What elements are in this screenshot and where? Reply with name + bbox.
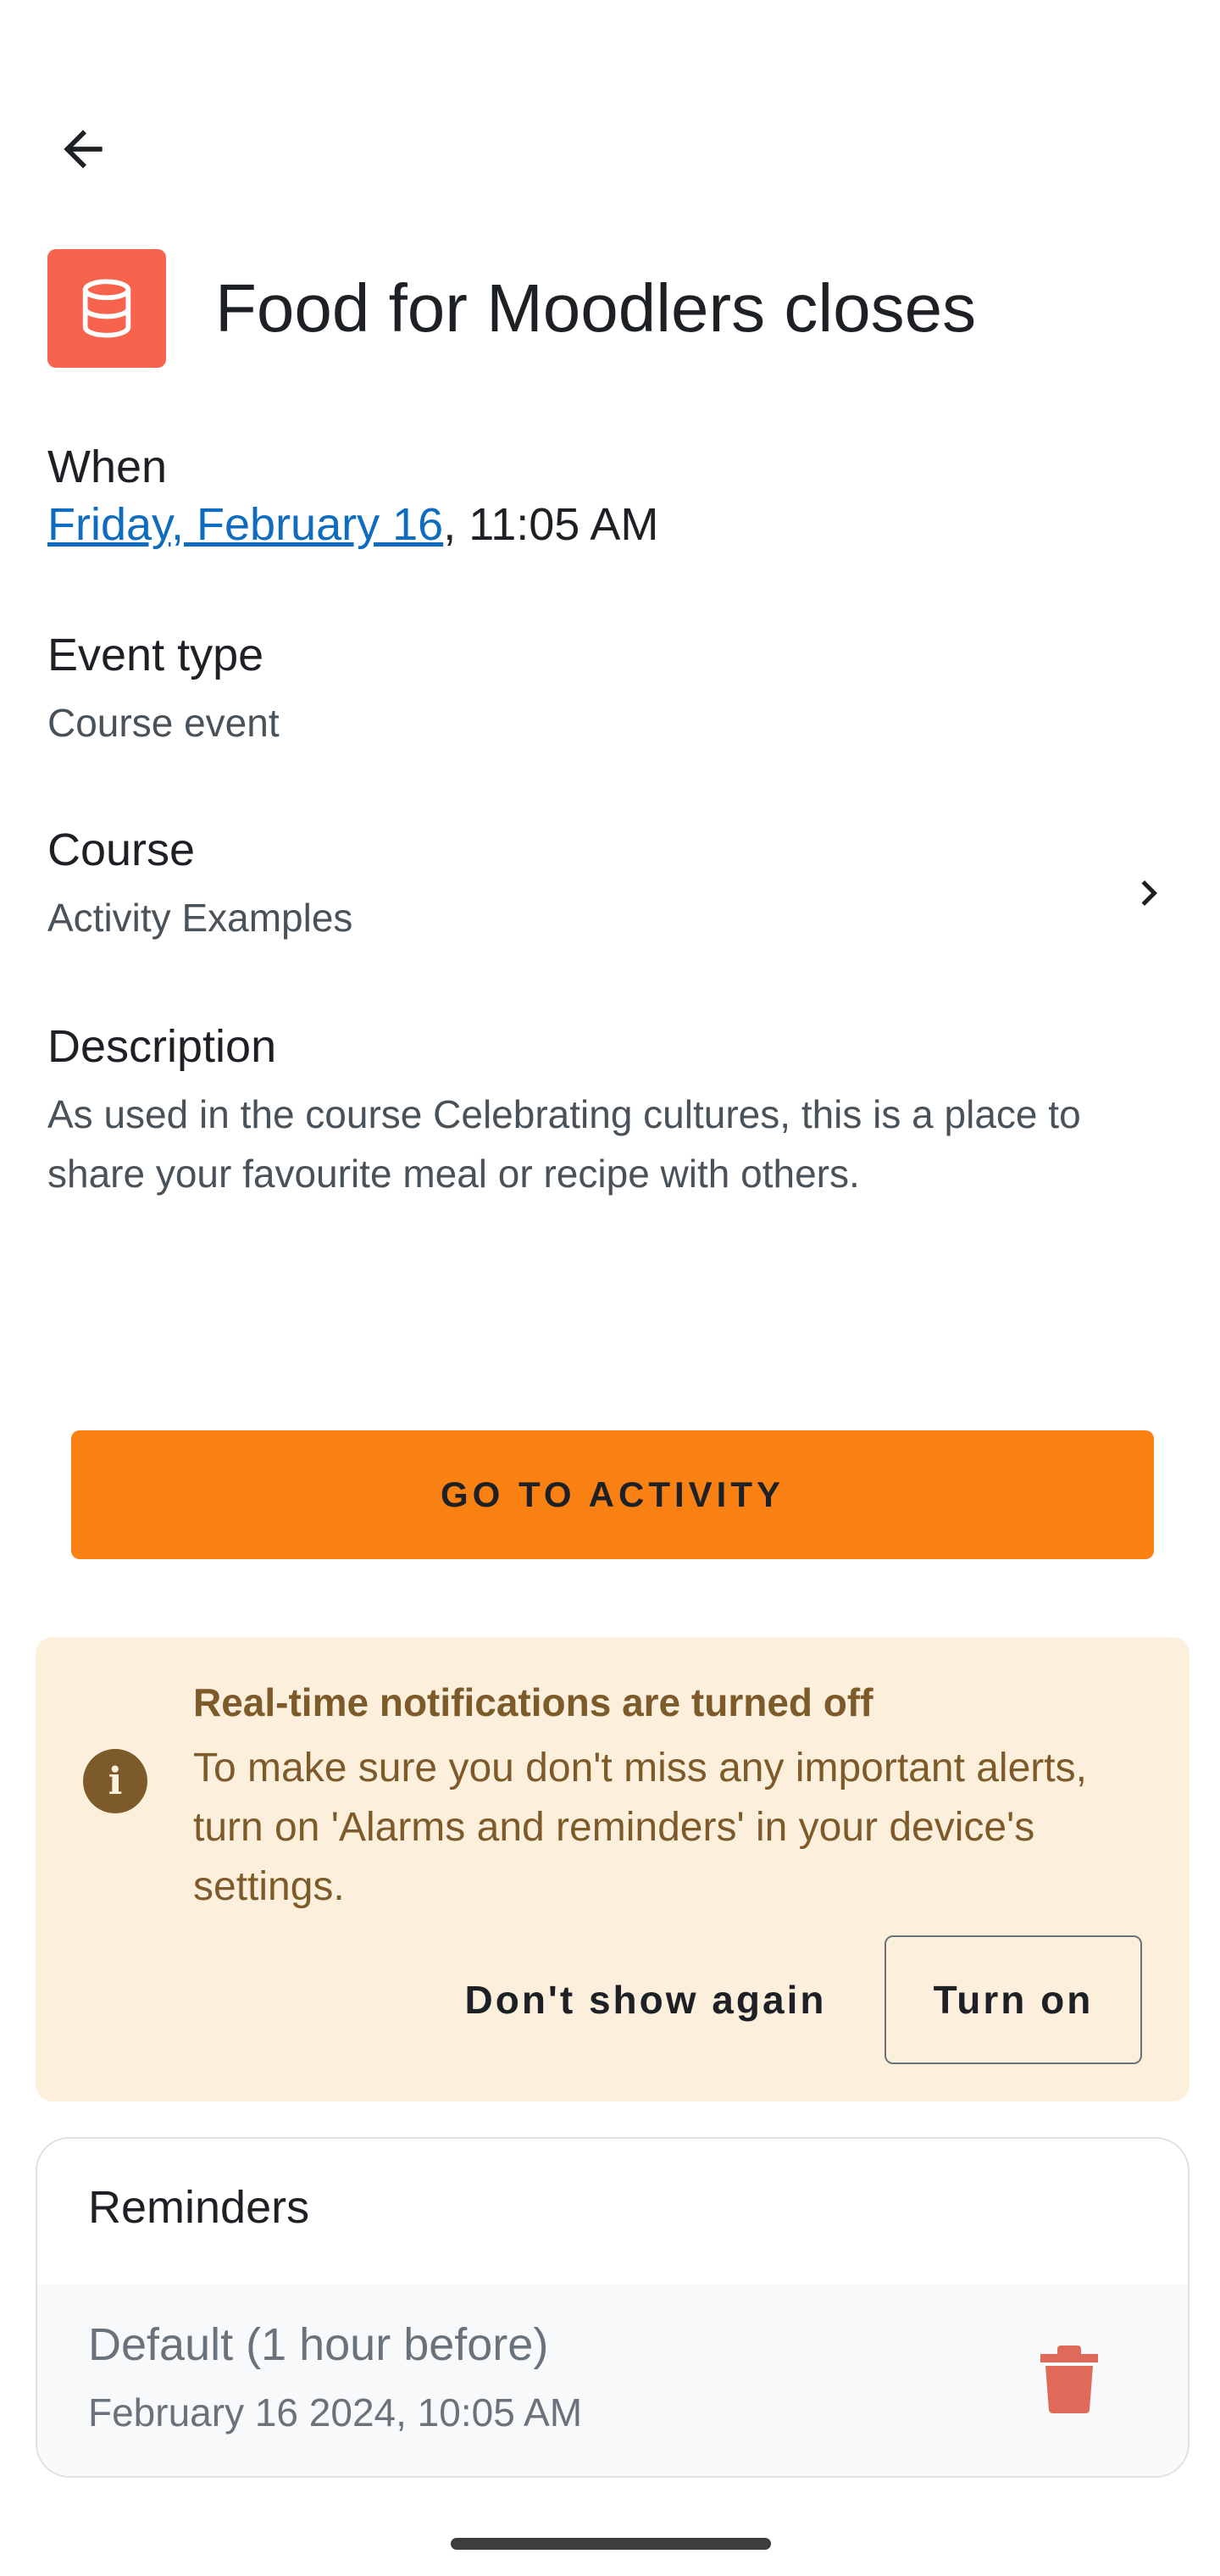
database-icon [82,279,131,338]
description-label: Description [47,1021,277,1072]
course-value: Activity Examples [47,896,353,940]
trash-icon [1040,2346,1098,2413]
event-type-value: Course event [47,701,280,745]
reminder-item: Default (1 hour before) February 16 2024… [37,2285,1188,2476]
description-field: Description As used in the course Celebr… [47,1020,1173,1203]
notice-body: To make sure you don't miss any importan… [193,1746,1087,1909]
back-button[interactable] [34,100,132,198]
arrow-left-icon [64,130,103,169]
turn-on-button[interactable]: Turn on [884,1935,1142,2064]
notice-title: Real-time notifications are turned off [193,1680,873,1724]
event-time: , 11:05 AM [443,499,659,550]
event-module-icon [47,249,166,368]
dont-show-again-button[interactable]: Don't show again [408,1935,883,2064]
delete-reminder-button[interactable] [1018,2329,1120,2430]
event-title: Food for Moodlers closes [215,270,977,346]
go-to-activity-button[interactable]: GO TO ACTIVITY [71,1430,1154,1559]
when-value: Friday, February 16, 11:05 AM [47,498,1173,551]
info-icon: i [83,1749,147,1813]
when-field: When Friday, February 16, 11:05 AM [47,441,1173,551]
notifications-notice: i Real-time notifications are turned off… [36,1637,1190,2101]
event-details-page: Food for Moodlers closes When Friday, Fe… [0,0,1220,2576]
course-field[interactable]: Course Activity Examples [47,824,1173,951]
reminder-label: Default (1 hour before) [88,2319,549,2370]
reminders-title: Reminders [88,2182,310,2233]
event-type-label: Event type [47,630,264,680]
description-text: As used in the course Celebrating cultur… [47,1092,1081,1196]
date-link[interactable]: Friday, February 16 [47,499,443,550]
event-header: Food for Moodlers closes [47,249,1173,368]
chevron-right-icon [1118,863,1179,924]
when-label: When [47,441,168,492]
reminder-time: February 16 2024, 10:05 AM [88,2390,583,2434]
home-indicator[interactable] [451,2538,771,2550]
event-type-field: Event type Course event [47,629,1173,752]
course-label: Course [47,824,196,875]
reminders-card: Reminders Default (1 hour before) Februa… [36,2137,1190,2478]
